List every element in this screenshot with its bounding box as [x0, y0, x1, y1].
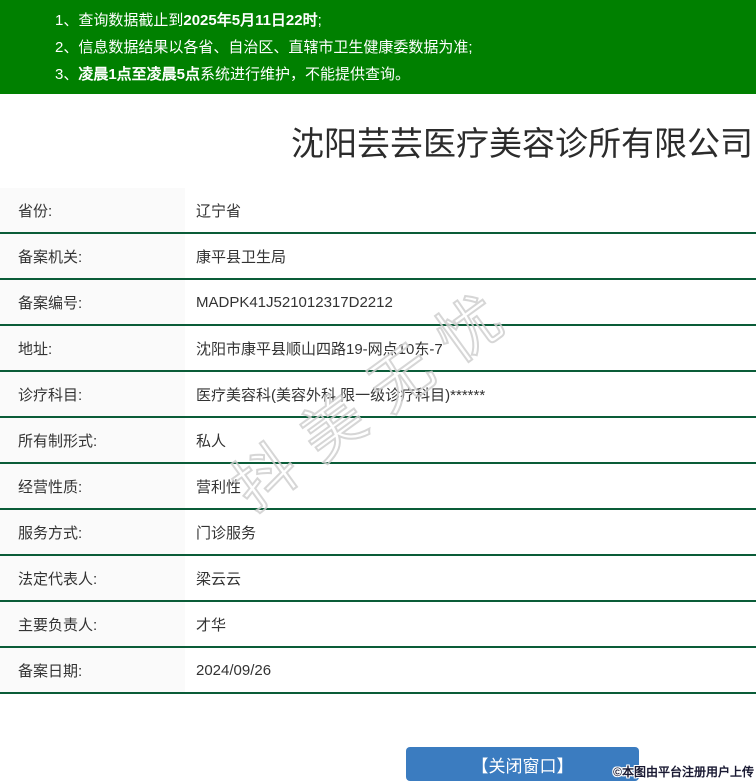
row-value: 门诊服务 — [196, 524, 257, 542]
table-row-main-person-in-charge: 主要负责人: 才华 — [0, 602, 756, 648]
notice-1-suffix: ; — [317, 12, 322, 29]
notice-3-bold: 凌晨1点至凌晨5点 — [78, 66, 201, 83]
table-row-ownership-form: 所有制形式: 私人 — [0, 418, 756, 464]
row-label: 备案日期: — [0, 648, 185, 692]
close-window-button[interactable]: 【关闭窗口】 — [406, 747, 639, 781]
row-label: 备案编号: — [0, 280, 185, 324]
table-row-treatment-subjects: 诊疗科目: 医疗美容科(美容外科 限一级诊疗科目)****** — [0, 372, 756, 418]
notice-1-number: 1、 — [55, 12, 79, 29]
table-row-filing-date: 备案日期: 2024/09/26 — [0, 648, 756, 694]
table-row-service-mode: 服务方式: 门诊服务 — [0, 510, 756, 556]
table-row-province: 省份: 辽宁省 — [0, 188, 756, 234]
record-detail-table: 省份: 辽宁省 备案机关: 康平县卫生局 备案编号: MADPK41J52101… — [0, 188, 756, 694]
row-value: 私人 — [196, 432, 227, 450]
row-label: 省份: — [0, 188, 185, 232]
notice-2-number: 2、 — [55, 39, 79, 56]
notice-1-bold: 2025年5月11日22时 — [183, 12, 318, 29]
notice-1-text: 查询数据截止到 — [78, 12, 184, 29]
table-row-filing-authority: 备案机关: 康平县卫生局 — [0, 234, 756, 280]
row-value: MADPK41J521012317D2212 — [196, 293, 393, 311]
row-label: 诊疗科目: — [0, 372, 185, 416]
notice-line-2: 2、信息数据结果以各省、自治区、直辖市卫生健康委数据为准; — [55, 34, 756, 61]
row-label: 经营性质: — [0, 464, 185, 508]
row-value: 沈阳市康平县顺山四路19-网点10东-7 — [196, 340, 443, 358]
row-label: 主要负责人: — [0, 602, 185, 646]
table-row-legal-representative: 法定代表人: 梁云云 — [0, 556, 756, 602]
notice-3-suffix: 系统进行维护，不能提供查询。 — [200, 66, 411, 83]
notice-3-number: 3、 — [55, 66, 79, 83]
notice-banner: 1、查询数据截止到2025年5月11日22时; 2、信息数据结果以各省、自治区、… — [0, 0, 756, 94]
notice-line-3: 3、凌晨1点至凌晨5点系统进行维护，不能提供查询。 — [55, 61, 756, 88]
row-value: 康平县卫生局 — [196, 248, 287, 266]
row-label: 所有制形式: — [0, 418, 185, 462]
row-label: 服务方式: — [0, 510, 185, 554]
row-value: 医疗美容科(美容外科 限一级诊疗科目)****** — [196, 386, 486, 404]
page-container: 1、查询数据截止到2025年5月11日22时; 2、信息数据结果以各省、自治区、… — [0, 0, 756, 694]
table-row-filing-number: 备案编号: MADPK41J521012317D2212 — [0, 280, 756, 326]
row-label: 备案机关: — [0, 234, 185, 278]
row-value: 才华 — [196, 616, 227, 634]
copyright-stamp: ©本图由平台注册用户上传 — [613, 765, 754, 779]
table-row-address: 地址: 沈阳市康平县顺山四路19-网点10东-7 — [0, 326, 756, 372]
page-title: 沈阳芸芸医疗美容诊所有限公司 — [291, 125, 753, 162]
row-value: 营利性 — [196, 478, 242, 496]
row-value: 2024/09/26 — [196, 661, 272, 679]
row-value: 梁云云 — [196, 570, 242, 588]
notice-line-1: 1、查询数据截止到2025年5月11日22时; — [55, 7, 756, 34]
table-row-business-nature: 经营性质: 营利性 — [0, 464, 756, 510]
row-label: 地址: — [0, 326, 185, 370]
row-value: 辽宁省 — [196, 202, 242, 220]
row-label: 法定代表人: — [0, 556, 185, 600]
notice-2-text: 信息数据结果以各省、自治区、直辖市卫生健康委数据为准; — [78, 39, 473, 56]
